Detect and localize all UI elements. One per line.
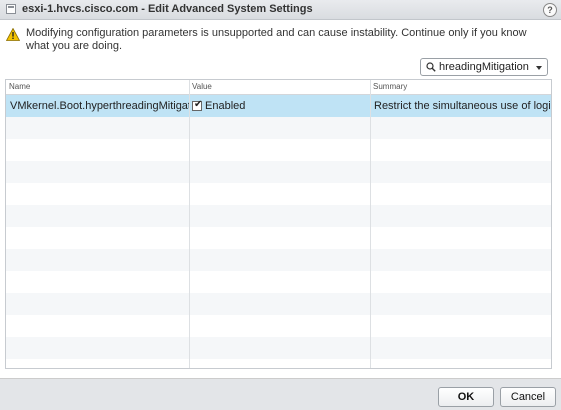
column-divider[interactable] bbox=[189, 80, 190, 368]
table-row bbox=[6, 359, 551, 368]
filter-value: hreadingMitigation bbox=[439, 61, 529, 73]
grid-header: Name Value Summary bbox=[6, 80, 551, 95]
warning-banner: Modifying configuration parameters is un… bbox=[6, 26, 546, 54]
column-header-value[interactable]: Value bbox=[189, 80, 370, 94]
table-row bbox=[6, 183, 551, 205]
table-row bbox=[6, 337, 551, 359]
value-label: Enabled bbox=[205, 100, 246, 112]
cancel-button[interactable]: Cancel bbox=[500, 387, 556, 407]
checkmark-icon: ✔ bbox=[194, 99, 203, 110]
dialog-title: esxi-1.hvcs.cisco.com - Edit Advanced Sy… bbox=[22, 3, 313, 15]
row-value-cell: ✔ Enabled bbox=[189, 95, 370, 117]
filter-input[interactable]: hreadingMitigation bbox=[420, 58, 548, 76]
warning-icon bbox=[6, 28, 20, 41]
row-summary-cell: Restrict the simultaneous use of logica.… bbox=[374, 100, 551, 112]
table-row bbox=[6, 293, 551, 315]
table-row bbox=[6, 227, 551, 249]
column-header-summary[interactable]: Summary bbox=[370, 80, 551, 94]
column-divider[interactable] bbox=[370, 80, 371, 368]
table-row bbox=[6, 271, 551, 293]
title-bar: esxi-1.hvcs.cisco.com - Edit Advanced Sy… bbox=[0, 0, 561, 20]
settings-grid: Name Value Summary VMkernel.Boot.hyperth… bbox=[5, 79, 552, 369]
row-name-cell: VMkernel.Boot.hyperthreadingMitigation bbox=[10, 100, 189, 112]
warning-text: Modifying configuration parameters is un… bbox=[26, 27, 527, 52]
table-row bbox=[6, 315, 551, 337]
column-header-name[interactable]: Name bbox=[6, 80, 189, 94]
table-row bbox=[6, 249, 551, 271]
table-row bbox=[6, 139, 551, 161]
table-row-selected[interactable]: VMkernel.Boot.hyperthreadingMitigation ✔… bbox=[6, 95, 551, 117]
table-row bbox=[6, 161, 551, 183]
enabled-checkbox[interactable]: ✔ bbox=[192, 99, 203, 111]
table-row bbox=[6, 117, 551, 139]
ok-button[interactable]: OK bbox=[438, 387, 494, 407]
search-icon bbox=[426, 62, 436, 72]
table-row bbox=[6, 205, 551, 227]
dialog-footer: OK Cancel bbox=[0, 378, 561, 410]
window-icon bbox=[6, 4, 16, 14]
chevron-down-icon[interactable] bbox=[536, 66, 542, 70]
help-icon[interactable]: ? bbox=[543, 3, 557, 17]
